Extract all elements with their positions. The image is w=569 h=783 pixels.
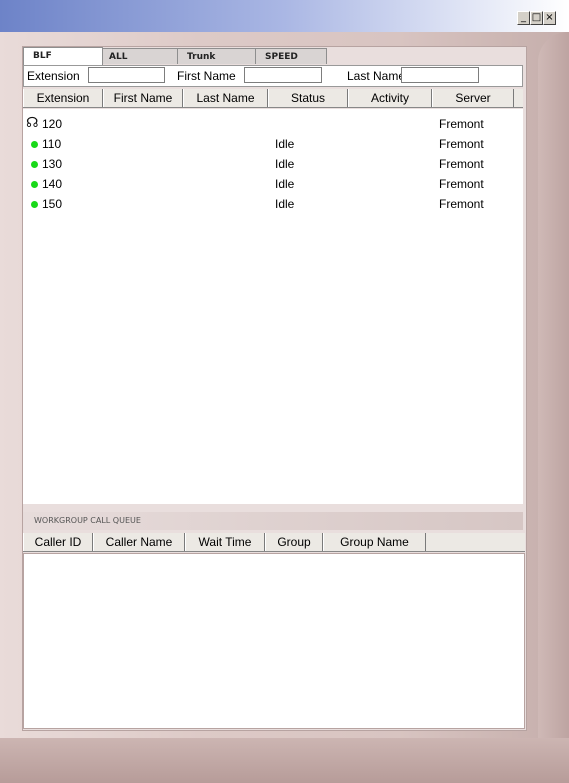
tab-blf[interactable]: BLF — [23, 47, 103, 65]
tab-trunk[interactable]: Trunk — [177, 48, 257, 64]
close-button[interactable]: × — [543, 11, 556, 25]
col-caller-id[interactable]: Caller ID — [23, 533, 93, 551]
col-wait-time[interactable]: Wait Time — [185, 533, 265, 551]
row-server: Fremont — [439, 137, 484, 151]
title-bar — [0, 0, 569, 32]
col-group-name[interactable]: Group Name — [323, 533, 426, 551]
headset-icon: ☊ — [26, 115, 39, 131]
row-server: Fremont — [439, 157, 484, 171]
maximize-button[interactable]: □ — [530, 11, 543, 25]
row-status: Idle — [275, 197, 295, 211]
col-first-name[interactable]: First Name — [103, 89, 183, 107]
row-extension: 120 — [42, 117, 63, 131]
tab-speed[interactable]: SPEED — [255, 48, 327, 64]
row-server: Fremont — [439, 197, 484, 211]
row-extension: 130 — [42, 157, 63, 171]
row-server: Fremont — [439, 117, 484, 131]
extension-filter-label: Extension — [27, 69, 80, 83]
col-server[interactable]: Server — [432, 89, 514, 107]
col-last-name[interactable]: Last Name — [183, 89, 268, 107]
col-group[interactable]: Group — [265, 533, 323, 551]
green-status-icon — [31, 141, 38, 148]
blf-table-body: ☊ 120 Fremont 110 Idle Fremont 130 Idle … — [23, 109, 523, 504]
tab-all[interactable]: ALL — [99, 48, 179, 64]
blf-table-header: Extension First Name Last Name Status Ac… — [23, 89, 523, 108]
filter-bar: Extension First Name Last Name — [23, 65, 523, 87]
extension-filter-input[interactable] — [88, 67, 165, 83]
col-activity[interactable]: Activity — [348, 89, 432, 107]
queue-table-body — [23, 553, 525, 729]
row-status: Idle — [275, 137, 295, 151]
col-status[interactable]: Status — [268, 89, 348, 107]
row-extension: 150 — [42, 197, 63, 211]
table-row[interactable]: 110 Idle Fremont — [23, 134, 523, 154]
queue-section-title: WORKGROUP CALL QUEUE — [23, 512, 523, 530]
green-status-icon — [31, 161, 38, 168]
row-status: Idle — [275, 157, 295, 171]
table-row[interactable]: ☊ 120 Fremont — [23, 114, 523, 134]
minimize-button[interactable]: _ — [517, 11, 530, 25]
row-server: Fremont — [439, 177, 484, 191]
queue-table-header: Caller ID Caller Name Wait Time Group Gr… — [23, 533, 525, 552]
row-extension: 110 — [42, 137, 62, 151]
col-caller-name[interactable]: Caller Name — [93, 533, 185, 551]
col-extension[interactable]: Extension — [23, 89, 103, 107]
frame-right-curve — [538, 32, 569, 783]
first-name-filter-input[interactable] — [244, 67, 322, 83]
table-row[interactable]: 150 Idle Fremont — [23, 194, 523, 214]
last-name-filter-label: Last Name — [347, 69, 406, 83]
table-row[interactable]: 140 Idle Fremont — [23, 174, 523, 194]
first-name-filter-label: First Name — [177, 69, 236, 83]
table-row[interactable]: 130 Idle Fremont — [23, 154, 523, 174]
green-status-icon — [31, 181, 38, 188]
row-extension: 140 — [42, 177, 63, 191]
frame-bottom — [0, 738, 569, 783]
last-name-filter-input[interactable] — [401, 67, 479, 83]
row-status: Idle — [275, 177, 295, 191]
green-status-icon — [31, 201, 38, 208]
